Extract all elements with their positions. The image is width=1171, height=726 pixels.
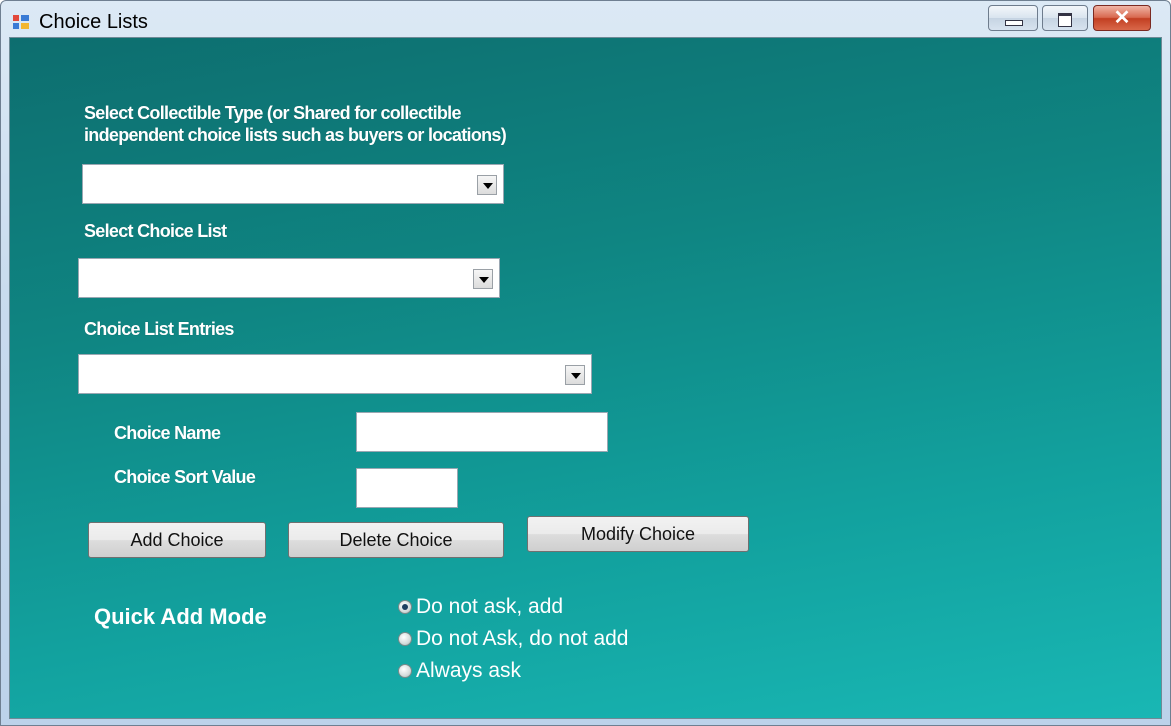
close-icon: ✕ — [1113, 7, 1131, 29]
title-bar[interactable]: Choice Lists ✕ — [1, 1, 1170, 37]
chevron-down-icon[interactable] — [565, 365, 585, 385]
radio-unselected-icon[interactable] — [398, 632, 412, 646]
radio-selected-icon[interactable] — [398, 600, 412, 614]
minimize-icon — [1005, 20, 1023, 26]
app-icon — [13, 15, 29, 29]
choice-list-label: Select Choice List — [84, 221, 227, 241]
radio-label: Do not ask, add — [416, 595, 564, 618]
radio-label: Always ask — [416, 659, 522, 682]
chevron-down-icon[interactable] — [477, 175, 497, 195]
collectible-type-dropdown[interactable] — [82, 164, 504, 204]
form-client-area: Select Collectible Type (or Shared for c… — [9, 37, 1162, 719]
sort-value-field[interactable] — [356, 468, 458, 508]
minimize-button[interactable] — [988, 5, 1038, 31]
modify-choice-button[interactable]: Modify Choice — [527, 516, 749, 552]
close-button[interactable]: ✕ — [1093, 5, 1151, 31]
maximize-icon — [1058, 13, 1072, 27]
entries-label: Choice List Entries — [84, 319, 234, 339]
quick-add-mode-label: Quick Add Mode — [94, 604, 267, 629]
choice-list-dropdown[interactable] — [78, 258, 500, 298]
chevron-down-icon[interactable] — [473, 269, 493, 289]
add-choice-button[interactable]: Add Choice — [88, 522, 266, 558]
delete-choice-button[interactable]: Delete Choice — [288, 522, 504, 558]
window-title: Choice Lists — [39, 11, 148, 33]
entries-dropdown[interactable] — [78, 354, 592, 394]
maximize-button[interactable] — [1042, 5, 1088, 31]
choice-name-label: Choice Name — [114, 423, 221, 443]
radio-label: Do not Ask, do not add — [416, 627, 629, 650]
collectible-type-label-line1: Select Collectible Type (or Shared for c… — [84, 103, 461, 123]
choice-lists-window: Choice Lists ✕ Select Collectible Type (… — [0, 0, 1171, 726]
radio-unselected-icon[interactable] — [398, 664, 412, 678]
collectible-type-label-line2: independent choice lists such as buyers … — [84, 125, 507, 145]
choice-name-field[interactable] — [356, 412, 608, 452]
sort-value-label: Choice Sort Value — [114, 467, 256, 487]
